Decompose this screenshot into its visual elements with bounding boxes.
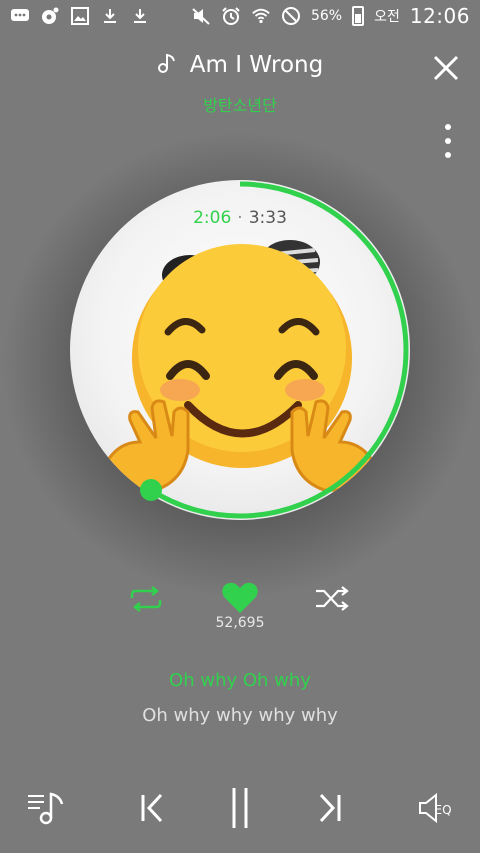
close-button[interactable] [428,50,464,86]
repeat-icon [130,586,162,612]
pause-icon [232,788,248,828]
previous-icon [141,793,163,823]
equalizer-button[interactable]: EQ [410,780,460,836]
ampm: 오전 [374,9,400,25]
action-row [0,580,480,620]
image-icon [70,7,90,25]
next-button[interactable] [312,780,348,836]
download-icon [100,7,120,25]
alarm-icon [221,7,241,25]
album-disc[interactable]: 2:06 · 3:33 [70,180,410,520]
heart-icon [222,582,258,613]
music-app-icon [40,7,60,25]
battery-icon [352,6,365,26]
song-title: Am I Wrong [189,52,324,78]
repeat-button[interactable] [128,584,164,614]
shuffle-icon [316,586,349,611]
shuffle-button[interactable] [314,584,352,614]
status-bar: 56% 오전 12:06 [0,0,480,32]
block-icon [281,7,301,25]
status-left [0,7,160,25]
progress-ring[interactable] [70,180,410,520]
lyric-current-line[interactable]: Oh why Oh why [0,670,480,691]
music-note-icon [157,53,184,78]
like-button[interactable] [220,580,260,616]
download-icon [130,7,150,25]
playlist-icon [28,792,64,825]
pause-button[interactable] [220,780,260,836]
song-title-row: Am I Wrong [0,52,480,78]
like-count: 52,695 [215,615,265,631]
close-icon [433,55,459,81]
clock: 12:06 [409,4,470,28]
more-options-button[interactable] [436,124,460,158]
battery-percent: 56% [310,8,343,24]
playback-controls: EQ [0,780,480,836]
mute-icon [191,7,211,25]
more-dot [445,152,451,158]
progress-arc [71,181,409,519]
lyric-next-line[interactable]: Oh why why why why [0,705,480,726]
eq-label: EQ [434,803,452,817]
artist-name[interactable]: 방탄소년단 [0,92,480,116]
previous-button[interactable] [134,780,170,836]
message-icon [10,7,30,25]
wifi-icon [251,7,271,25]
status-right: 56% 오전 12:06 [181,4,480,28]
playlist-button[interactable] [24,780,70,836]
more-dot [445,138,451,144]
more-dot [445,124,451,130]
next-icon [319,793,341,823]
